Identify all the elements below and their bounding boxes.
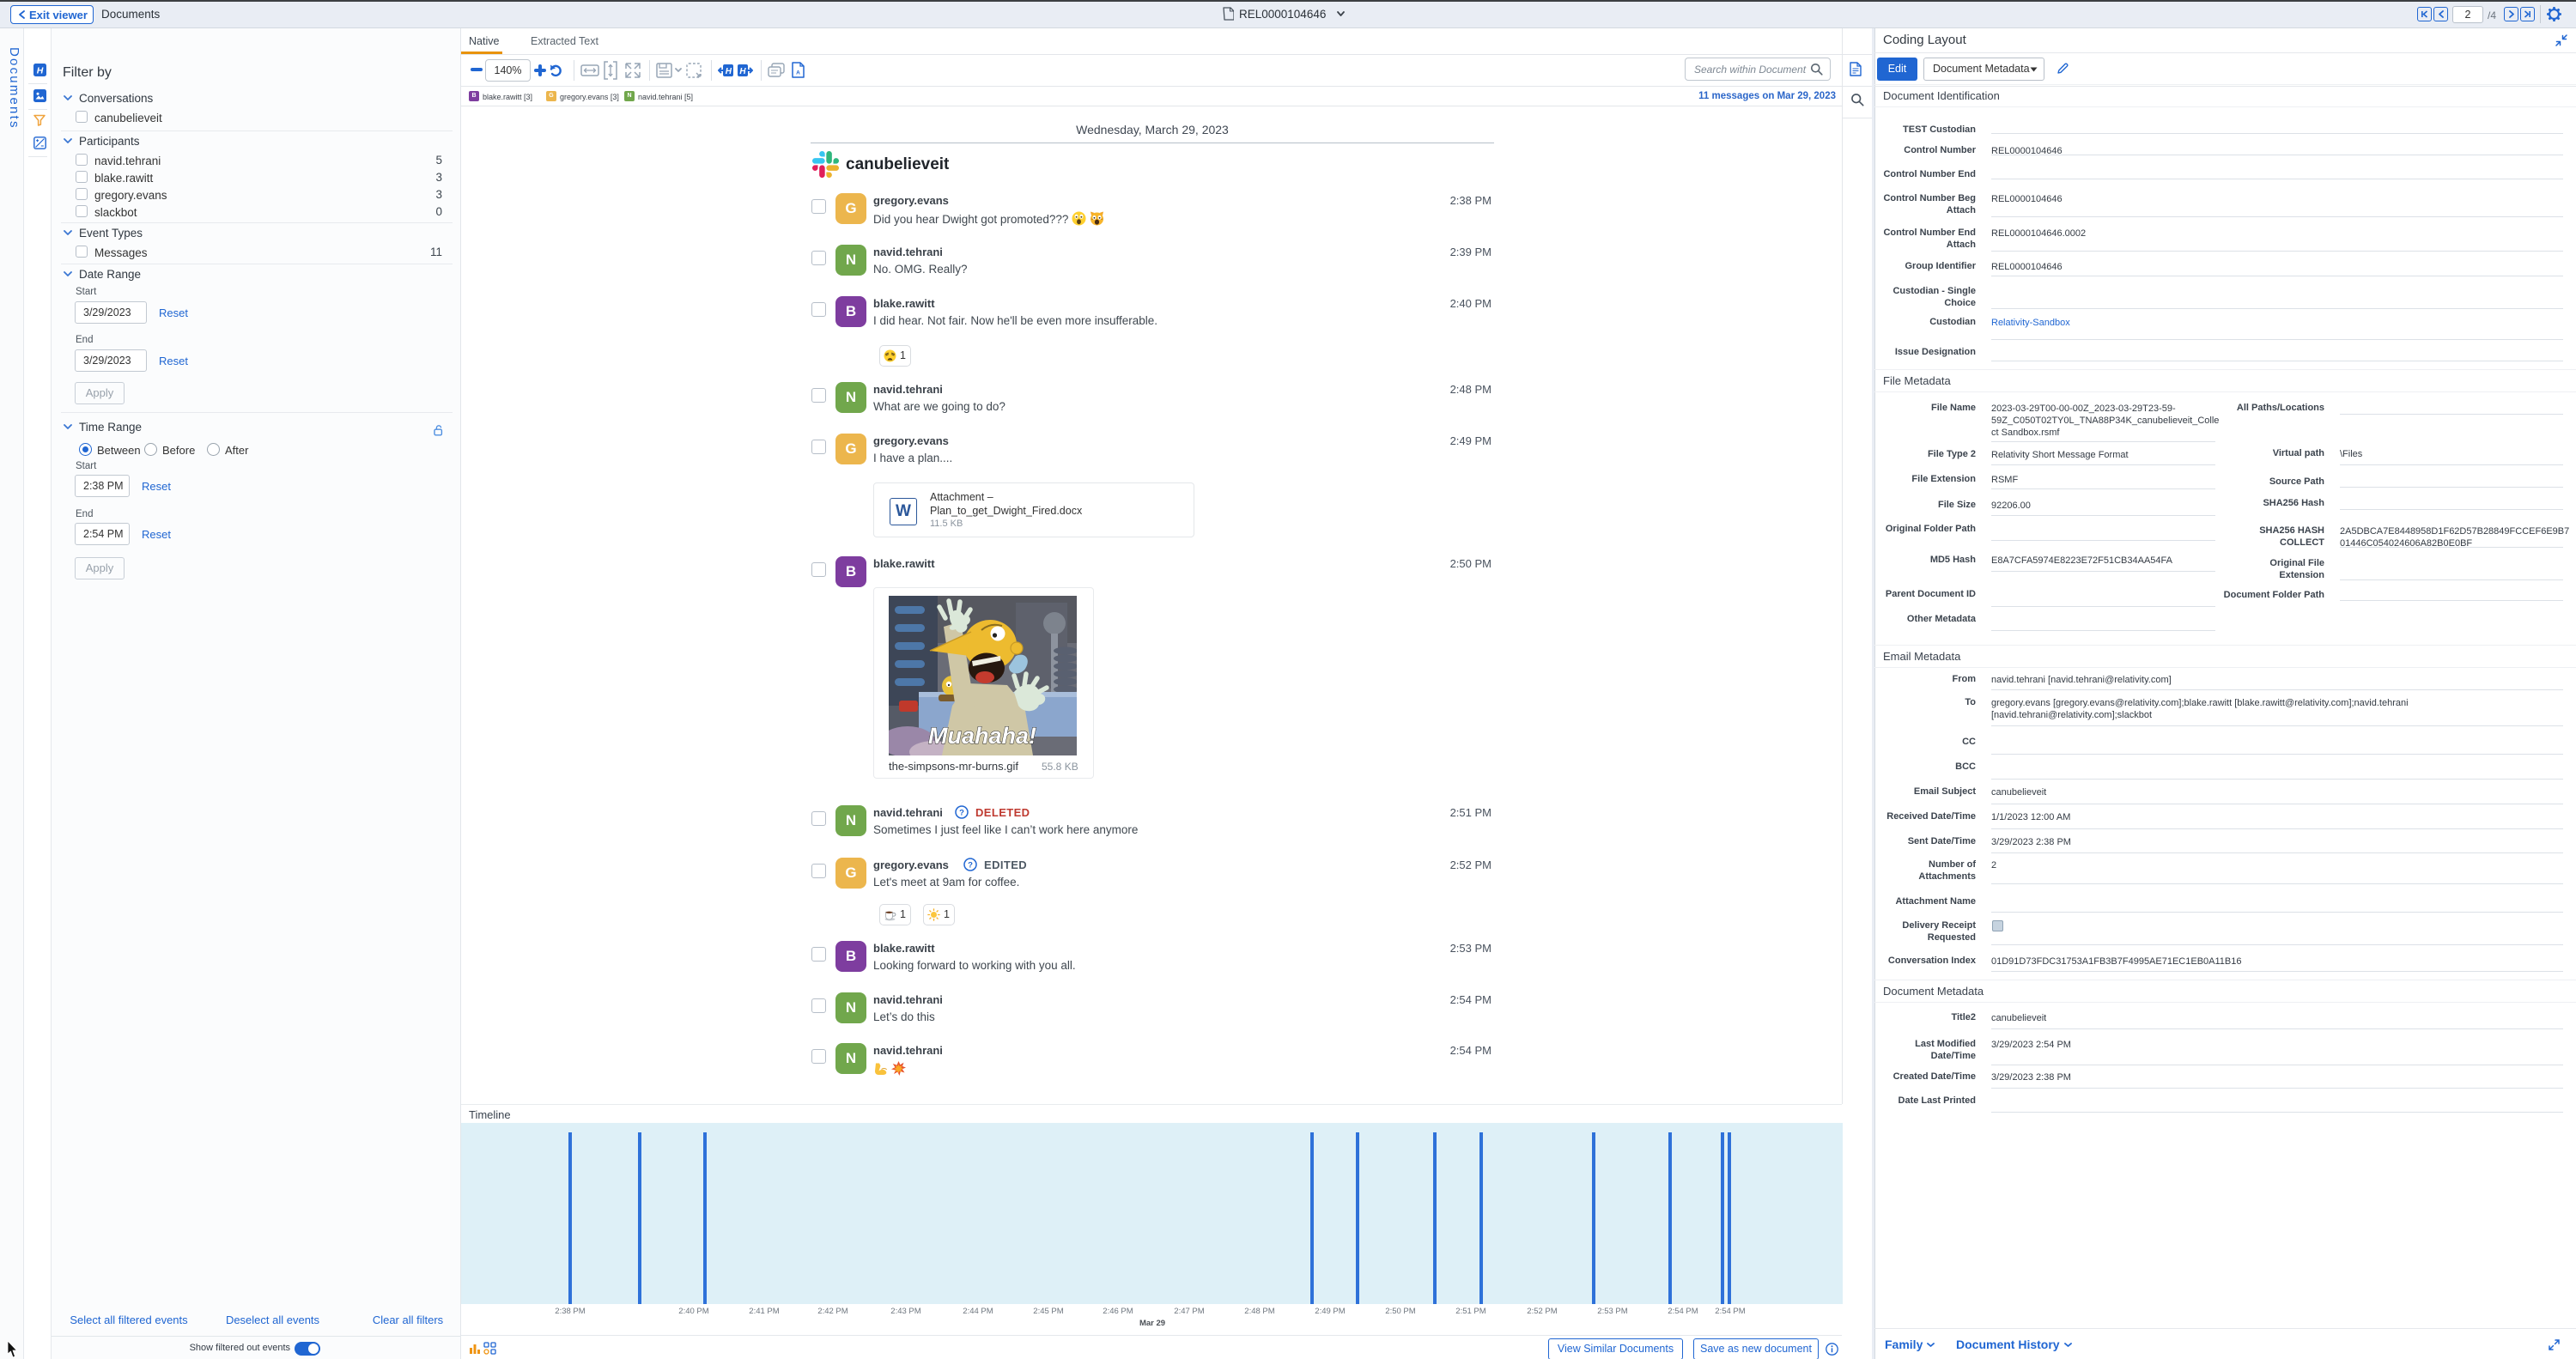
- svg-text:H: H: [739, 67, 746, 76]
- svg-text:?: ?: [959, 808, 964, 817]
- svg-text:H: H: [37, 65, 44, 76]
- svg-text:Muahaha!: Muahaha!: [928, 723, 1036, 749]
- svg-text:?: ?: [968, 860, 973, 870]
- svg-text:A: A: [796, 70, 800, 76]
- svg-text:H: H: [726, 67, 732, 76]
